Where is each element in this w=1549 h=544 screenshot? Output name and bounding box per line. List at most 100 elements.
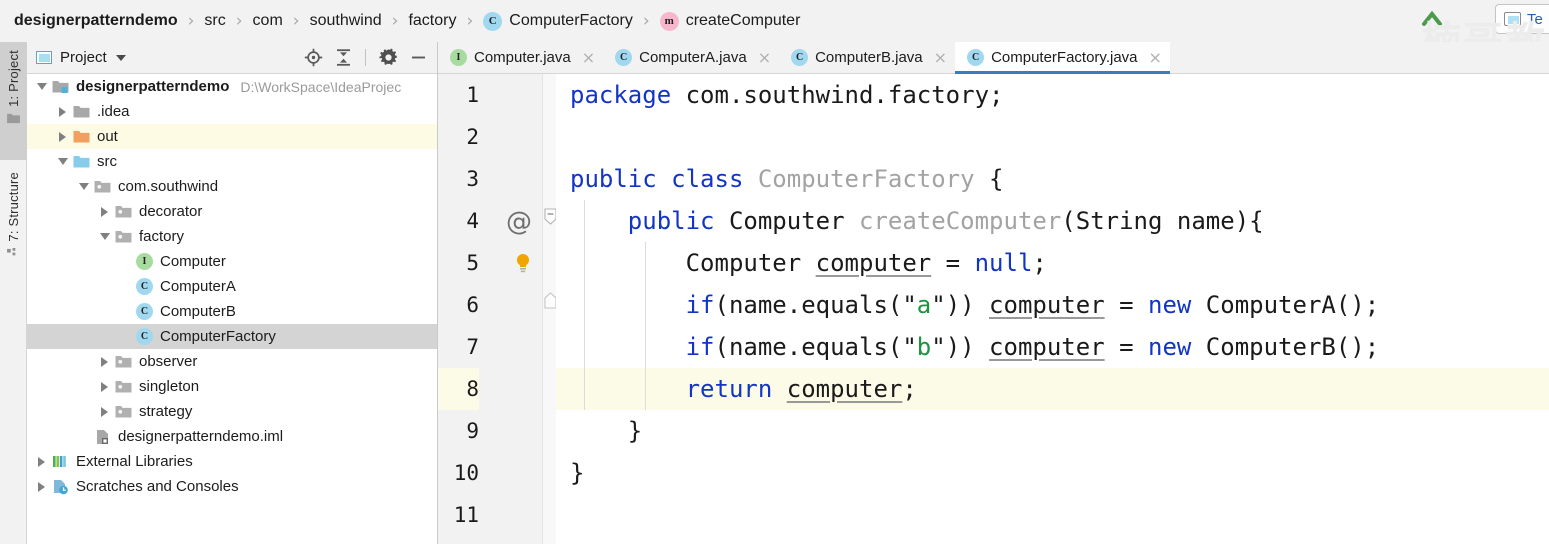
chevron-right-icon[interactable] [35,455,48,468]
package-icon [115,353,132,370]
gutter-icons[interactable]: @ [492,74,542,544]
chevron-down-icon[interactable] [77,180,90,193]
close-icon[interactable]: × [1149,49,1162,66]
tree-item-designerpatterndemo[interactable]: designerpatterndemo D:\WorkSpace\IdeaProj… [27,74,437,99]
tree-item-label: out [97,128,118,145]
editor-tab-label: ComputerFactory.java [991,49,1138,66]
editor-tab-computer[interactable]: I Computer.java × [438,42,604,73]
breadcrumb-item-createcomputer[interactable]: m createComputer [659,11,800,31]
code-text[interactable]: package com.southwind.factory; public cl… [556,74,1549,544]
code-line: package com.southwind.factory; [556,74,1549,116]
breadcrumb-separator: › [187,11,195,31]
sidebar-tab-structure-label: 7: Structure [6,172,21,242]
chevron-down-icon[interactable] [115,54,126,61]
code-token: ComputerA(); [1191,291,1380,319]
breadcrumb-item-com[interactable]: com [253,12,283,30]
tree-item-designerpatterndemo-iml[interactable]: designerpatterndemo.iml [27,424,437,449]
editor-tab-computerb[interactable]: C ComputerB.java × [779,42,956,73]
close-icon[interactable]: × [934,49,947,66]
folder-gray-icon [73,103,90,120]
structure-icon [7,247,16,255]
code-token: if [685,333,715,361]
tree-item-com-southwind[interactable]: com.southwind [27,174,437,199]
indent-guide [584,200,585,410]
tree-item-computerb[interactable]: C ComputerB [27,299,437,324]
minimize-icon[interactable] [405,45,431,71]
tree-item-scratches-and-consoles[interactable]: Scratches and Consoles [27,474,437,499]
line-number: 6 [466,293,479,317]
code-folding-gutter[interactable] [542,74,557,544]
line-number: 4 [466,209,479,233]
line-number: 1 [466,83,479,107]
breadcrumb-item-computerfactory[interactable]: C ComputerFactory [483,11,633,31]
code-token: ComputerB(); [1191,333,1380,361]
code-token: computer [815,249,932,277]
chevron-down-icon[interactable] [98,230,111,243]
tree-item-label: factory [139,228,185,245]
tree-item--idea[interactable]: .idea [27,99,437,124]
intention-bulb-icon[interactable] [514,252,532,274]
class-icon: C [136,303,153,320]
chevron-right-icon[interactable] [56,105,69,118]
tree-item-src[interactable]: src [27,149,437,174]
breadcrumb-item-southwind[interactable]: southwind [310,12,382,30]
code-token: ")) [931,291,990,319]
sidebar-tab-structure[interactable]: 7: Structure [0,164,27,304]
chevron-right-icon[interactable] [98,405,111,418]
editor-tab-label: ComputerB.java [815,49,923,66]
tool-window-icon [1504,12,1521,26]
editor-tab-label: ComputerA.java [639,49,747,66]
line-number: 10 [453,461,479,485]
chevron-right-icon[interactable] [56,130,69,143]
gear-icon[interactable] [375,45,401,71]
breadcrumb-item-label: southwind [309,12,382,29]
sidebar-tab-project[interactable]: 1: Project [0,42,27,160]
chevron-up-icon[interactable] [1419,6,1445,32]
line-number: 5 [466,251,479,275]
tool-window-button[interactable]: Te [1495,4,1549,34]
code-editor[interactable]: 1 2 3 4 5 6 7 8 9 10 11 @ package com.so… [438,74,1549,544]
breadcrumb-item-designerpatterndemo[interactable]: designerpatterndemo [14,12,178,30]
tree-item-factory[interactable]: factory [27,224,437,249]
code-token: return [685,375,773,403]
tree-item-computerfactory[interactable]: C ComputerFactory [27,324,437,349]
code-line: } [556,410,1549,452]
package-icon [115,378,132,395]
tree-item-label: Scratches and Consoles [76,478,239,495]
toolbar-divider [365,49,366,66]
tree-item-external-libraries[interactable]: External Libraries [27,449,437,474]
code-line: if(name.equals("b")) computer = new Comp… [556,326,1549,368]
breadcrumb-item-factory[interactable]: factory [408,12,456,30]
code-token: package [570,81,686,109]
chevron-down-icon[interactable] [56,155,69,168]
project-tree[interactable]: designerpatterndemo D:\WorkSpace\IdeaProj… [27,74,437,544]
tree-item-observer[interactable]: observer [27,349,437,374]
locate-icon[interactable] [300,45,326,71]
intellij-idea-window: designerpatterndemo › src › com › southwind › fa… [0,0,1549,544]
line-number: 2 [466,125,479,149]
collapse-all-icon[interactable] [330,45,356,71]
project-panel-title: Project [60,49,107,66]
chevron-right-icon[interactable] [35,480,48,493]
chevron-right-icon[interactable] [98,205,111,218]
tree-item-decorator[interactable]: decorator [27,199,437,224]
close-icon[interactable]: × [758,49,771,66]
chevron-right-icon[interactable] [98,380,111,393]
tree-item-computera[interactable]: C ComputerA [27,274,437,299]
tree-item-computer[interactable]: I Computer [27,249,437,274]
breadcrumb-separator: › [466,11,474,31]
breadcrumb-item-src[interactable]: src [204,12,225,30]
editor-tab-computera[interactable]: C ComputerA.java × [603,42,780,73]
tree-item-singleton[interactable]: singleton [27,374,437,399]
chevron-down-icon[interactable] [35,80,48,93]
close-icon[interactable]: × [582,49,595,66]
code-token: new [1148,291,1192,319]
tree-item-label: ComputerB [160,303,236,320]
line-number: 9 [466,419,479,443]
tree-item-out[interactable]: out [27,124,437,149]
tree-item-strategy[interactable]: strategy [27,399,437,424]
editor-tab-computerfactory[interactable]: C ComputerFactory.java × [955,42,1170,74]
chevron-right-icon[interactable] [98,355,111,368]
